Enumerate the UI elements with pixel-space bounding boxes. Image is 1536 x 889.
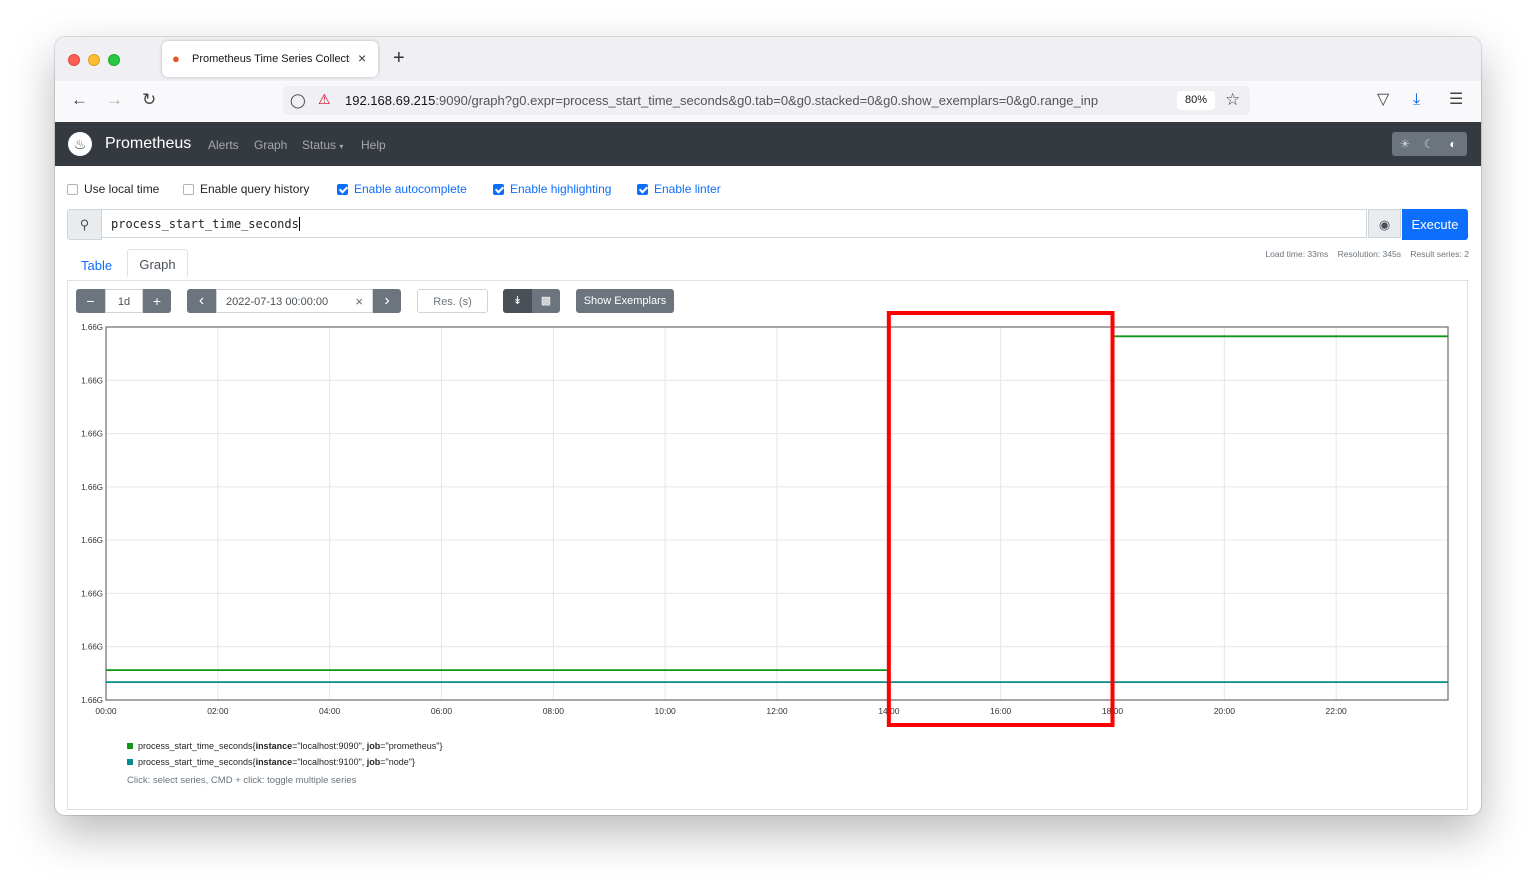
legend-label-value: ="node"}: [380, 757, 415, 767]
checkbox[interactable]: [637, 184, 648, 195]
checkbox[interactable]: [183, 184, 194, 195]
star-icon[interactable]: ☆: [1225, 90, 1240, 110]
download-icon[interactable]: ⤓: [1413, 90, 1420, 110]
query-text: process_start_time_seconds: [111, 217, 299, 231]
text-caret: [298, 217, 300, 231]
end-time-input[interactable]: 2022-07-13 00:00:00 ×: [216, 289, 373, 313]
query-row: ⚲ process_start_time_seconds ◉ Execute: [67, 209, 1469, 240]
close-window-button[interactable]: [68, 54, 80, 66]
legend-hint: Click: select series, CMD + click: toggl…: [127, 775, 357, 786]
option-label: Enable highlighting: [510, 182, 612, 196]
prometheus-brand[interactable]: Prometheus: [105, 134, 191, 154]
legend-label-value: ="localhost:9100",: [292, 757, 367, 767]
checkbox[interactable]: [493, 184, 504, 195]
tab-graph[interactable]: Graph: [127, 249, 188, 277]
legend-label-key: job: [366, 757, 381, 767]
minimize-window-button[interactable]: [88, 54, 100, 66]
auto-theme-icon[interactable]: ◐: [1443, 136, 1463, 152]
end-time-value: 2022-07-13 00:00:00: [226, 296, 329, 308]
navigation-bar: ← → ↻ ◯ ⚠ 192.168.69.215:9090/graph?g0.e…: [55, 81, 1481, 123]
range-input[interactable]: 1d: [105, 289, 143, 313]
checkbox[interactable]: [67, 184, 78, 195]
legend-metric: process_start_time_seconds{: [138, 741, 256, 751]
line-chart-icon[interactable]: ↡: [503, 289, 532, 313]
moon-icon[interactable]: ☾: [1419, 136, 1439, 152]
option-label: Enable autocomplete: [354, 182, 467, 196]
checkbox[interactable]: [337, 184, 348, 195]
increase-range-button[interactable]: +: [143, 289, 171, 313]
url-path: :9090/graph?g0.expr=process_start_time_s…: [435, 93, 1099, 108]
legend-label-value: ="localhost:9090",: [292, 741, 367, 751]
legend-label-key: job: [366, 741, 381, 751]
execute-button[interactable]: Execute: [1402, 209, 1468, 240]
resolution-input[interactable]: Res. (s): [417, 289, 488, 313]
option-use-local-time[interactable]: Use local time: [67, 181, 159, 197]
maximize-window-button[interactable]: [108, 54, 120, 66]
prometheus-logo-icon[interactable]: ♨: [68, 132, 92, 156]
tab-close-icon[interactable]: ×: [358, 50, 366, 66]
tab-table[interactable]: Table: [81, 256, 112, 282]
browser-window: ● Prometheus Time Series Collecti × + ← …: [55, 37, 1481, 815]
shield-icon[interactable]: ◯: [290, 92, 306, 108]
legend-label-value: ="prometheus"}: [380, 741, 443, 751]
option-linter[interactable]: Enable linter: [637, 181, 721, 197]
option-highlighting[interactable]: Enable highlighting: [493, 181, 611, 197]
url-host: 192.168.69.215: [345, 93, 436, 108]
url-bar[interactable]: ◯ ⚠ 192.168.69.215:9090/graph?g0.expr=pr…: [283, 86, 1250, 115]
show-exemplars-button[interactable]: Show Exemplars: [576, 289, 674, 313]
forward-button[interactable]: →: [106, 90, 123, 110]
menu-icon[interactable]: ☰: [1449, 90, 1463, 110]
url-text[interactable]: 192.168.69.215:9090/graph?g0.expr=proces…: [345, 93, 1169, 109]
chevron-left-icon[interactable]: ‹: [187, 289, 216, 313]
legend-metric: process_start_time_seconds{: [138, 757, 256, 767]
nav-status-label: Status: [302, 138, 337, 152]
nav-alerts[interactable]: Alerts: [208, 137, 239, 153]
query-stats: Load time: 33ms Resolution: 345s Result …: [1265, 249, 1469, 259]
metrics-explorer-globe-icon[interactable]: ◉: [1368, 209, 1401, 238]
legend-label-key: instance: [255, 757, 293, 767]
query-input[interactable]: process_start_time_seconds: [101, 209, 1367, 238]
back-button[interactable]: ←: [71, 90, 88, 110]
search-icon: ⚲: [67, 209, 102, 240]
nav-help[interactable]: Help: [361, 137, 386, 153]
legend-swatch: [127, 759, 133, 765]
flame-icon: ●: [172, 51, 180, 66]
decrease-range-button[interactable]: −: [76, 289, 105, 313]
zoom-badge[interactable]: 80%: [1177, 91, 1215, 110]
legend-item[interactable]: process_start_time_seconds{instance="loc…: [127, 756, 415, 768]
insecure-lock-icon[interactable]: ⚠: [318, 91, 331, 107]
graph-panel: [67, 280, 1468, 810]
stacked-chart-icon[interactable]: ▩: [532, 289, 560, 313]
pocket-icon[interactable]: ▽: [1377, 90, 1389, 110]
option-autocomplete[interactable]: Enable autocomplete: [337, 181, 467, 197]
option-label: Enable linter: [654, 182, 721, 196]
option-label: Use local time: [84, 182, 160, 196]
nav-graph[interactable]: Graph: [254, 137, 287, 153]
option-query-history[interactable]: Enable query history: [183, 181, 309, 197]
chevron-down-icon: ▾: [339, 142, 344, 151]
legend-label-key: instance: [255, 741, 293, 751]
tab-strip: ● Prometheus Time Series Collecti × +: [55, 37, 1481, 81]
legend-item[interactable]: process_start_time_seconds{instance="loc…: [127, 740, 442, 752]
prometheus-navbar: ♨ Prometheus Alerts Graph Status ▾ Help …: [55, 122, 1481, 166]
clear-icon[interactable]: ×: [355, 290, 363, 314]
legend-swatch: [127, 743, 133, 749]
chevron-right-icon[interactable]: ›: [373, 289, 401, 313]
sun-icon[interactable]: ☀: [1395, 136, 1415, 152]
tab-title: Prometheus Time Series Collecti: [192, 53, 350, 65]
option-label: Enable query history: [200, 182, 310, 196]
new-tab-button[interactable]: +: [393, 47, 405, 69]
reload-button[interactable]: ↻: [142, 90, 156, 110]
theme-toggle-group: ☀ ☾ ◐: [1392, 132, 1467, 156]
nav-status[interactable]: Status ▾: [302, 137, 343, 155]
browser-tab[interactable]: ● Prometheus Time Series Collecti ×: [162, 41, 378, 77]
